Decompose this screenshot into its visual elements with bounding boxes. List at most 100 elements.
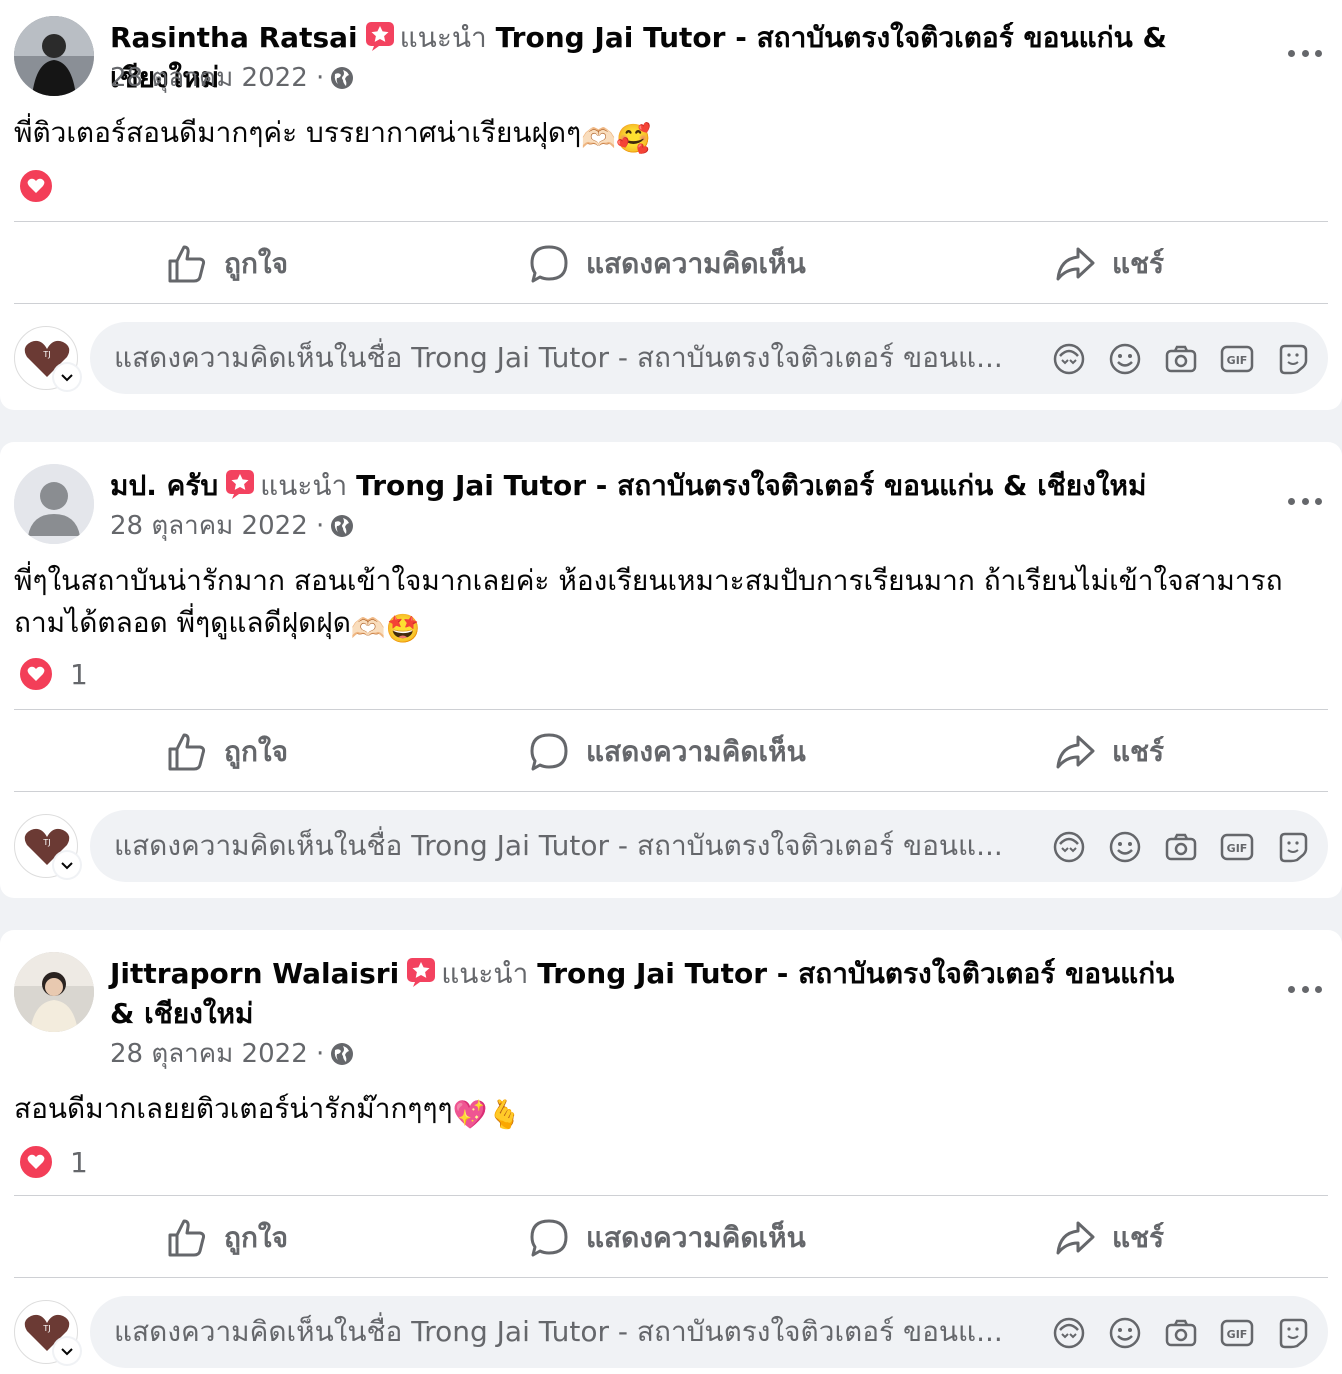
heart-hands-emoji: 🫶🏻	[350, 612, 386, 645]
like-button[interactable]: ถูกใจ	[166, 712, 288, 792]
like-label: ถูกใจ	[224, 735, 288, 768]
like-label: ถูกใจ	[224, 1221, 288, 1254]
comment-button[interactable]: แสดงความคิดเห็น	[528, 224, 806, 304]
love-reaction-icon	[18, 1144, 54, 1180]
reaction-summary[interactable]	[18, 168, 70, 204]
smiling-hearts-emoji: 🥰	[616, 122, 651, 155]
share-button[interactable]: แชร์	[1054, 1198, 1164, 1278]
finger-heart-emoji: 🫰	[487, 1098, 523, 1131]
comment-button[interactable]: แสดงความคิดเห็น	[528, 712, 806, 792]
comment-input[interactable]: แสดงความคิดเห็นในชื่อ Trong Jai Tutor - …	[90, 1296, 1328, 1368]
gif-icon[interactable]: GIF	[1220, 1316, 1254, 1350]
share-arrow-icon	[1056, 735, 1095, 769]
svg-text:TJ: TJ	[42, 350, 50, 359]
more-options-icon[interactable]	[1288, 48, 1322, 58]
comment-input[interactable]: แสดงความคิดเห็นในชื่อ Trong Jai Tutor - …	[90, 322, 1328, 394]
divider	[14, 221, 1328, 222]
post-header: Jittraporn Walaisri แนะนำ Trong Jai Tutor…	[14, 952, 1342, 1072]
author-name[interactable]: Jittraporn Walaisri	[110, 957, 399, 990]
share-button[interactable]: แชร์	[1054, 224, 1164, 304]
star-struck-emoji: 🤩	[385, 612, 421, 645]
globe-icon	[330, 64, 354, 89]
thumbs-up-icon	[168, 733, 206, 771]
author-name[interactable]: Rasintha Ratsai	[110, 21, 358, 54]
comment-composer: TJ แสดงความคิดเห็นในชื่อ Trong Jai Tutor…	[14, 1296, 1328, 1372]
post-body: สอนดีมากเลยยติวเตอร์น่ารักม๊ากๆๆๆ💖🫰	[14, 1088, 1312, 1136]
sticker-icon[interactable]	[1276, 1316, 1310, 1350]
chevron-down-icon[interactable]	[54, 1338, 80, 1364]
reaction-summary[interactable]: 1	[18, 1144, 88, 1180]
post-date[interactable]: 28 ตุลาคม 2022 ·	[110, 63, 324, 93]
comment-bubble-icon	[530, 245, 568, 283]
review-post: Rasintha Ratsai แนะนำ Trong Jai Tutor - ส…	[0, 0, 1342, 410]
post-text: พี่ๆในสถาบันน่ารักมาก สอนเข้าใจมากเลยค่ะ…	[14, 564, 1283, 639]
action-bar: ถูกใจ แสดงความคิดเห็น แชร์	[14, 224, 1328, 304]
review-post: Jittraporn Walaisri แนะนำ Trong Jai Tutor…	[0, 930, 1342, 1374]
post-meta: 28 ตุลาคม 2022 ·	[110, 1036, 354, 1072]
review-post: มป. ครับ แนะนำ Trong Jai Tutor - สถาบันตร…	[0, 442, 1342, 898]
divider	[14, 1277, 1328, 1278]
chevron-down-icon[interactable]	[54, 852, 80, 878]
author-avatar[interactable]	[14, 952, 94, 1032]
comment-input[interactable]: แสดงความคิดเห็นในชื่อ Trong Jai Tutor - …	[90, 810, 1328, 882]
author-name[interactable]: มป. ครับ	[110, 469, 218, 502]
avatar-sticker-icon[interactable]	[1052, 1316, 1086, 1350]
avatar-sticker-icon[interactable]	[1052, 342, 1086, 376]
camera-icon[interactable]	[1164, 1316, 1198, 1350]
like-button[interactable]: ถูกใจ	[166, 1198, 288, 1278]
chevron-down-icon[interactable]	[54, 364, 80, 390]
action-bar: ถูกใจ แสดงความคิดเห็น แชร์	[14, 1198, 1328, 1278]
emoji-icon[interactable]	[1108, 1316, 1142, 1350]
camera-icon[interactable]	[1164, 830, 1198, 864]
recommend-label: แนะนำ	[260, 469, 348, 502]
comment-button[interactable]: แสดงความคิดเห็น	[528, 1198, 806, 1278]
post-title-line: มป. ครับ แนะนำ Trong Jai Tutor - สถาบันตร…	[110, 466, 1260, 506]
like-button[interactable]: ถูกใจ	[166, 224, 288, 304]
avatar-sticker-icon[interactable]	[1052, 830, 1086, 864]
reaction-count: 1	[70, 1145, 88, 1179]
love-reaction-icon	[18, 656, 54, 692]
gif-icon[interactable]: GIF	[1220, 342, 1254, 376]
author-avatar[interactable]	[14, 16, 94, 96]
heart-hands-emoji: 🫶🏻	[581, 122, 616, 155]
page-name-link[interactable]: Trong Jai Tutor - สถาบันตรงใจติวเตอร์ ขอ…	[356, 469, 1146, 502]
post-date[interactable]: 28 ตุลาคม 2022 ·	[110, 511, 324, 541]
post-body: พี่ติวเตอร์สอนดีมากๆค่ะ บรรยากาศน่าเรียน…	[14, 112, 1312, 160]
comment-bubble-icon	[530, 733, 568, 771]
svg-text:TJ: TJ	[42, 838, 50, 847]
post-header: Rasintha Ratsai แนะนำ Trong Jai Tutor - ส…	[14, 16, 1342, 106]
share-button[interactable]: แชร์	[1054, 712, 1164, 792]
sticker-icon[interactable]	[1276, 830, 1310, 864]
more-options-icon[interactable]	[1288, 496, 1322, 506]
action-bar: ถูกใจ แสดงความคิดเห็น แชร์	[14, 712, 1328, 792]
author-avatar[interactable]	[14, 464, 94, 544]
more-options-icon[interactable]	[1288, 984, 1322, 994]
svg-text:GIF: GIF	[1227, 354, 1248, 367]
comment-placeholder: แสดงความคิดเห็นในชื่อ Trong Jai Tutor - …	[114, 829, 1003, 862]
emoji-icon[interactable]	[1108, 830, 1142, 864]
emoji-icon[interactable]	[1108, 342, 1142, 376]
recommend-icon	[224, 468, 256, 500]
comment-label: แสดงความคิดเห็น	[586, 247, 806, 280]
comment-bubble-icon	[530, 1219, 568, 1257]
divider	[14, 709, 1328, 710]
recommend-label: แนะนำ	[441, 957, 529, 990]
svg-text:GIF: GIF	[1227, 1328, 1248, 1341]
post-date[interactable]: 28 ตุลาคม 2022 ·	[110, 1039, 324, 1069]
camera-icon[interactable]	[1164, 342, 1198, 376]
comment-label: แสดงความคิดเห็น	[586, 1221, 806, 1254]
svg-text:GIF: GIF	[1227, 842, 1248, 855]
post-meta: 28 ตุลาคม 2022 ·	[110, 60, 354, 96]
reaction-summary[interactable]: 1	[18, 656, 88, 692]
globe-icon	[330, 512, 354, 537]
share-arrow-icon	[1056, 1221, 1095, 1255]
reaction-count: 1	[70, 657, 88, 691]
gif-icon[interactable]: GIF	[1220, 830, 1254, 864]
comment-placeholder: แสดงความคิดเห็นในชื่อ Trong Jai Tutor - …	[114, 341, 1003, 374]
comment-composer: TJ แสดงความคิดเห็นในชื่อ Trong Jai Tutor…	[14, 810, 1328, 886]
comment-composer: TJ แสดงความคิดเห็นในชื่อ Trong Jai Tutor…	[14, 322, 1328, 398]
sticker-icon[interactable]	[1276, 342, 1310, 376]
post-text: พี่ติวเตอร์สอนดีมากๆค่ะ บรรยากาศน่าเรียน…	[14, 116, 582, 149]
thumbs-up-icon	[168, 1219, 206, 1257]
share-arrow-icon	[1056, 247, 1095, 281]
